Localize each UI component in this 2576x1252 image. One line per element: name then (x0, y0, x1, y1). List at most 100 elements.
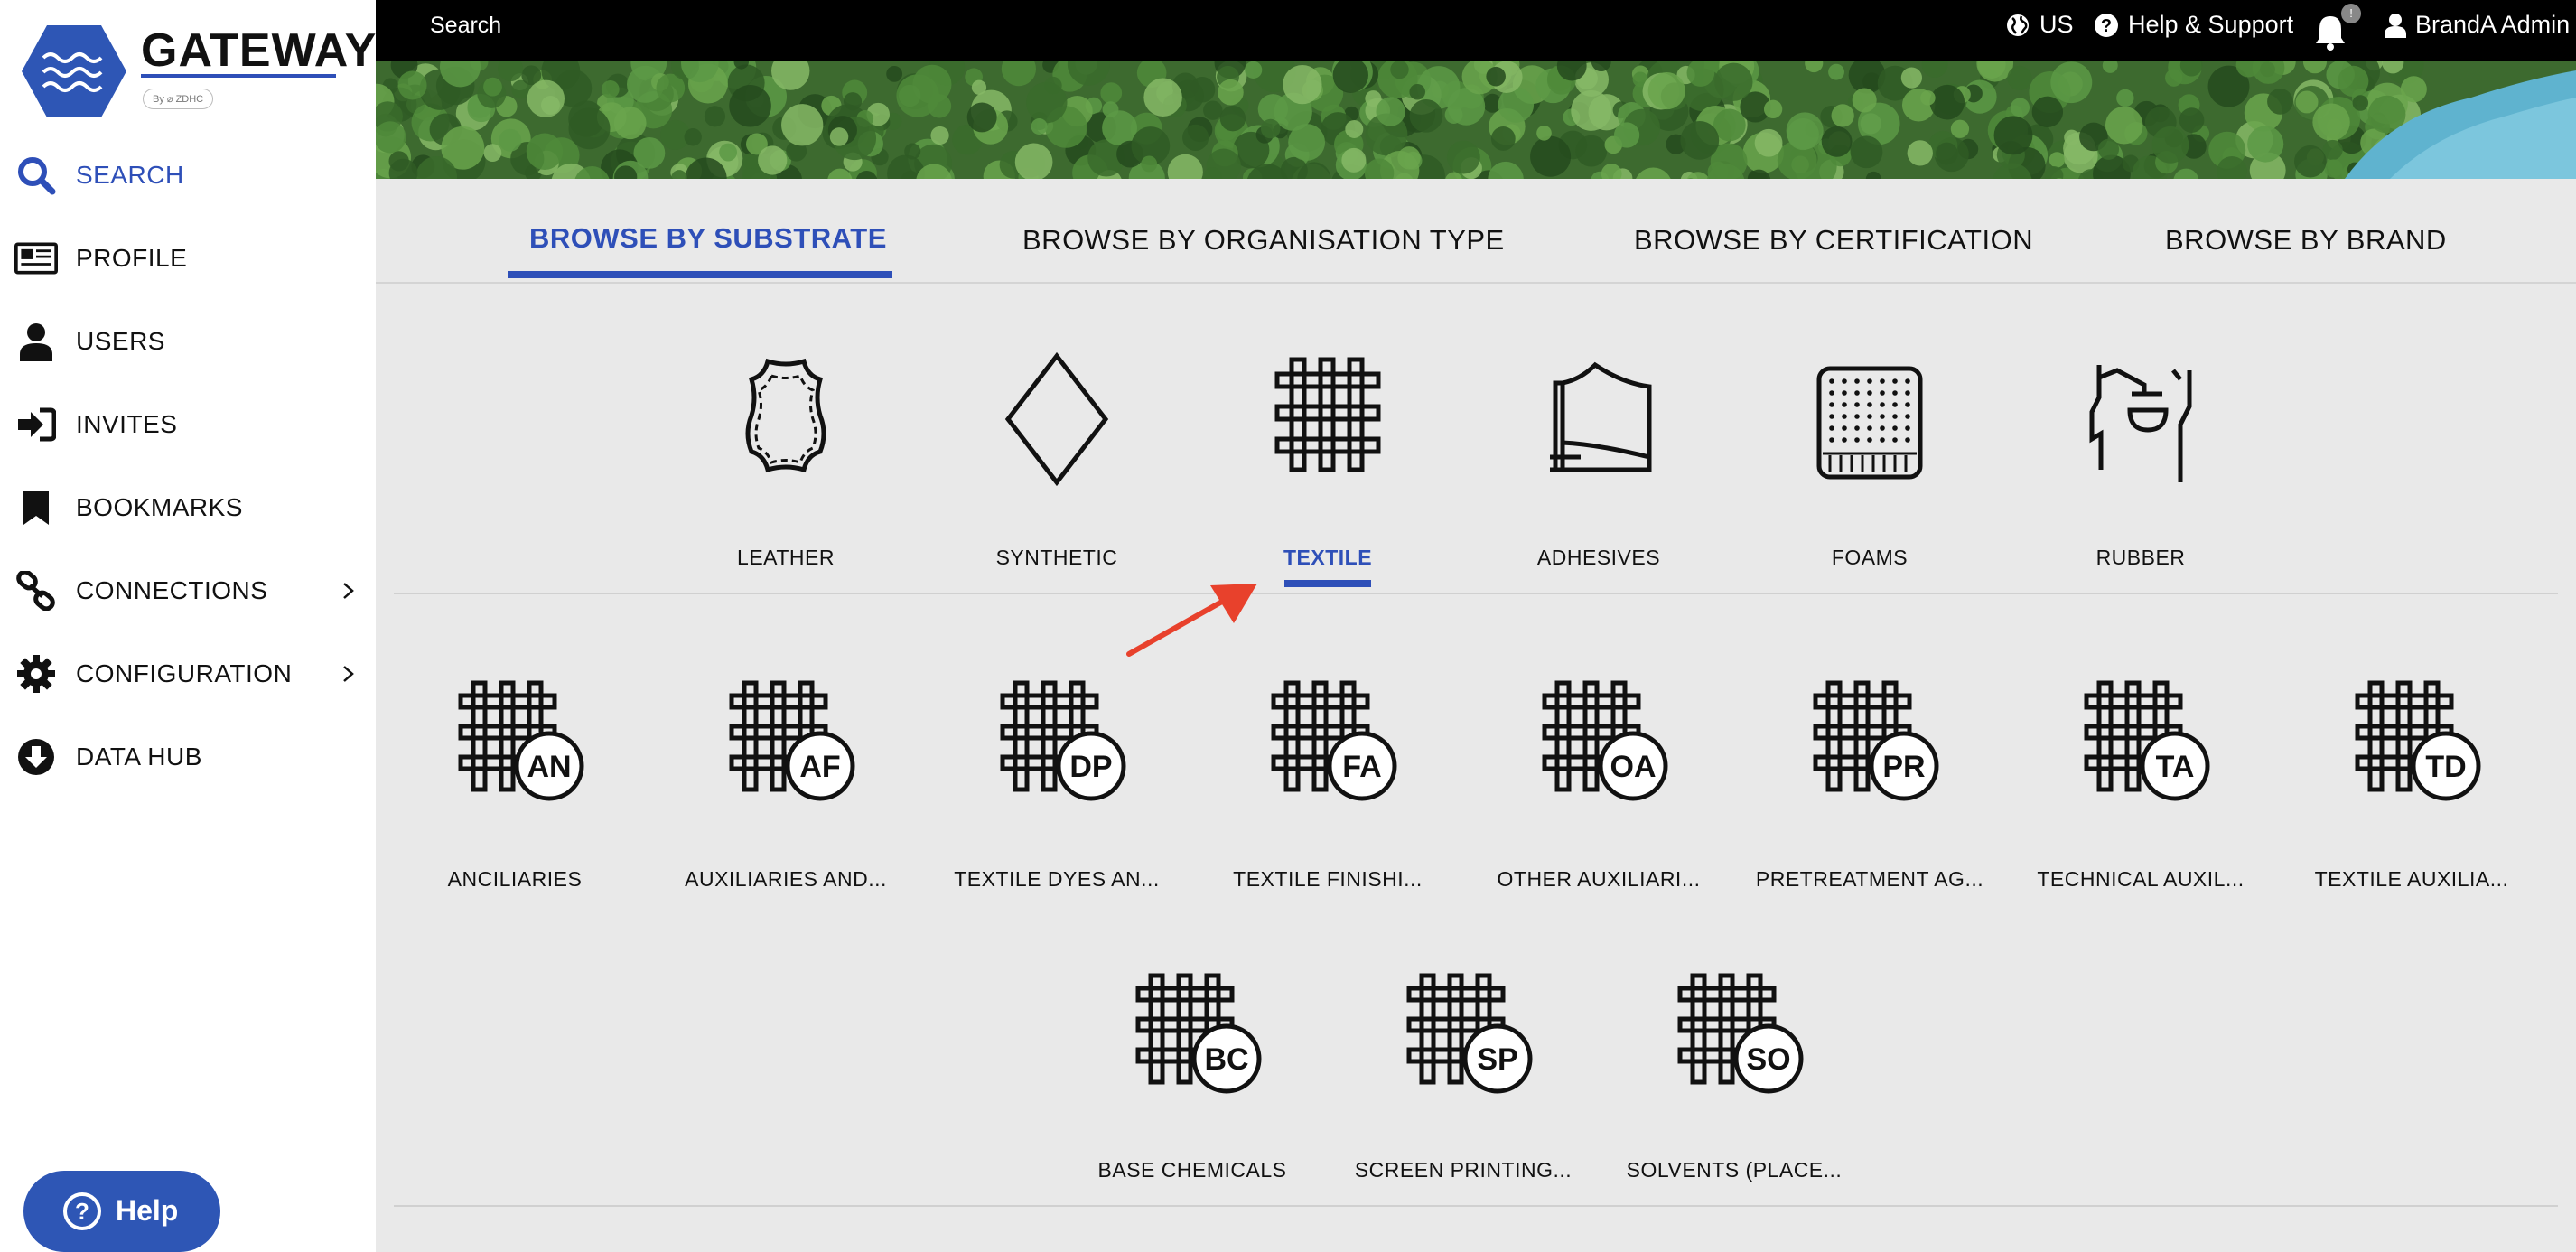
annotation-arrow-icon (1126, 584, 1257, 657)
diamond-icon (1004, 351, 1109, 487)
sidebar-item-configuration[interactable]: CONFIGURATION (0, 638, 376, 710)
help-support-label: Help & Support (2128, 11, 2294, 38)
sidebar-item-profile[interactable]: PROFILE (0, 222, 376, 294)
top-bar: Search US ? Help & Support ! BrandA Admi… (376, 0, 2576, 61)
textile-chemical-badge-icon: OA (1542, 680, 1668, 801)
chemical-group-so[interactable]: SO SOLVENTS (PLACE... (1599, 972, 1870, 1225)
chemical-group-af[interactable]: AF AUXILIARIES AND... (650, 679, 921, 932)
textile-chemical-badge-icon: AN (458, 680, 584, 801)
group-label: SCREEN PRINTING... (1354, 1158, 1573, 1182)
user-name: BrandA Admin (2415, 11, 2571, 38)
chemical-group-pr[interactable]: PR PRETREATMENT AG... (1734, 679, 2005, 932)
group-code: FA (1342, 750, 1381, 784)
chemical-group-ta[interactable]: TA TECHNICAL AUXIL... (2005, 679, 2276, 932)
sidebar-item-label: DATA HUB (76, 743, 202, 771)
chevron-right-icon[interactable] (338, 581, 358, 601)
sidebar-item-label: CONNECTIONS (76, 576, 268, 604)
search-icon (14, 154, 58, 197)
user-icon (14, 320, 58, 363)
chemical-group-bc[interactable]: BC BASE CHEMICALS (1057, 972, 1328, 1225)
leather-icon (745, 358, 826, 473)
divider (394, 593, 2558, 594)
brand-title: GATEWAY (141, 24, 378, 77)
substrate-adhesives[interactable]: ADHESIVES (1490, 343, 1707, 578)
question-circle-icon: ? (63, 1192, 101, 1230)
profile-icon (14, 237, 58, 280)
group-label: ANCILIARIES (447, 867, 583, 891)
textile-chemical-badge-icon: PR (1813, 680, 1939, 801)
sidebar: GATEWAY By ⌀ ZDHC SEARCH PROFILE USERS I… (0, 0, 376, 1252)
textile-weave-icon (1274, 357, 1381, 472)
chemical-group-sp[interactable]: SP SCREEN PRINTING... (1328, 972, 1599, 1225)
chevron-right-icon[interactable] (338, 664, 358, 684)
rubber-tap-icon (2089, 365, 2192, 482)
chemical-group-dp[interactable]: DP TEXTILE DYES AN... (921, 679, 1192, 932)
textile-chemical-badge-icon: AF (729, 680, 855, 801)
sidebar-item-connections[interactable]: CONNECTIONS (0, 555, 376, 627)
group-label: AUXILIARIES AND... (685, 867, 887, 891)
substrate-label: SYNTHETIC (995, 546, 1118, 569)
tab-browse-by-certification[interactable]: BROWSE BY CERTIFICATION (1634, 224, 2033, 257)
group-code: SO (1746, 1042, 1790, 1077)
group-code: PR (1882, 750, 1925, 784)
substrate-foams[interactable]: FOAMS (1761, 343, 1978, 578)
group-label: SOLVENTS (PLACE... (1626, 1158, 1843, 1182)
sidebar-item-label: BOOKMARKS (76, 493, 243, 521)
sidebar-item-label: USERS (76, 327, 165, 355)
substrate-rubber[interactable]: RUBBER (2032, 343, 2249, 578)
substrate-label: TEXTILE (1283, 546, 1373, 569)
textile-chemical-badge-icon: BC (1135, 973, 1262, 1094)
substrate-label: ADHESIVES (1536, 546, 1661, 569)
sign-in-icon (14, 403, 58, 446)
group-code: AN (527, 750, 571, 784)
group-code: OA (1610, 750, 1657, 784)
sidebar-item-search[interactable]: SEARCH (0, 139, 376, 211)
textile-chemical-badge-icon: FA (1271, 680, 1397, 801)
textile-chemical-badge-icon: DP (1000, 680, 1126, 801)
chemical-group-oa[interactable]: OA OTHER AUXILIARI... (1463, 679, 1734, 932)
tab-browse-by-organisation-type[interactable]: BROWSE BY ORGANISATION TYPE (1022, 224, 1505, 257)
active-substrate-indicator (1284, 580, 1371, 587)
textile-chemical-badge-icon: SP (1406, 973, 1533, 1094)
globe-icon (2007, 14, 2029, 36)
bell-icon (2316, 16, 2345, 51)
chemical-group-td[interactable]: TD TEXTILE AUXILIA... (2276, 679, 2547, 932)
divider (376, 282, 2576, 284)
user-menu[interactable]: BrandA Admin (2385, 11, 2570, 39)
foam-icon (1816, 366, 1923, 480)
svg-text:?: ? (2101, 16, 2112, 36)
gateway-logo[interactable] (20, 22, 128, 121)
group-label: BASE CHEMICALS (1097, 1158, 1287, 1182)
chemical-group-an[interactable]: AN ANCILIARIES (379, 679, 650, 932)
group-code: TA (2156, 750, 2195, 784)
group-code: BC (1204, 1042, 1248, 1077)
substrate-leather[interactable]: LEATHER (677, 343, 894, 578)
group-code: AF (799, 750, 840, 784)
substrate-textile[interactable]: TEXTILE (1219, 343, 1436, 578)
substrate-label: LEATHER (737, 546, 835, 569)
topbar-search-link[interactable]: Search (430, 13, 501, 39)
help-button[interactable]: ? Help (23, 1171, 220, 1252)
textile-chemical-badge-icon: TD (2355, 680, 2481, 801)
tab-browse-by-substrate[interactable]: BROWSE BY SUBSTRATE (529, 222, 887, 255)
group-label: OTHER AUXILIARI... (1497, 867, 1701, 891)
sidebar-item-invites[interactable]: INVITES (0, 388, 376, 461)
tab-browse-by-brand[interactable]: BROWSE BY BRAND (2165, 224, 2447, 257)
region-selector[interactable]: US (2005, 11, 2074, 39)
substrate-synthetic[interactable]: SYNTHETIC (948, 343, 1165, 578)
adhesive-icon (1550, 361, 1652, 472)
bookmark-icon (14, 486, 58, 529)
gear-icon (14, 652, 58, 696)
chemical-group-fa[interactable]: FA TEXTILE FINISHI... (1192, 679, 1463, 932)
help-label: Help (116, 1194, 179, 1227)
brand-underline (141, 74, 336, 78)
sidebar-item-users[interactable]: USERS (0, 305, 376, 378)
sidebar-item-data-hub[interactable]: DATA HUB (0, 721, 376, 793)
sidebar-item-bookmarks[interactable]: BOOKMARKS (0, 472, 376, 544)
notification-badge: ! (2341, 4, 2361, 23)
group-code: SP (1477, 1042, 1517, 1077)
help-support-link[interactable]: ? Help & Support (2094, 11, 2293, 39)
active-tab-indicator (508, 271, 892, 278)
group-label: TEXTILE DYES AN... (954, 867, 1160, 891)
group-code: TD (2425, 750, 2466, 784)
